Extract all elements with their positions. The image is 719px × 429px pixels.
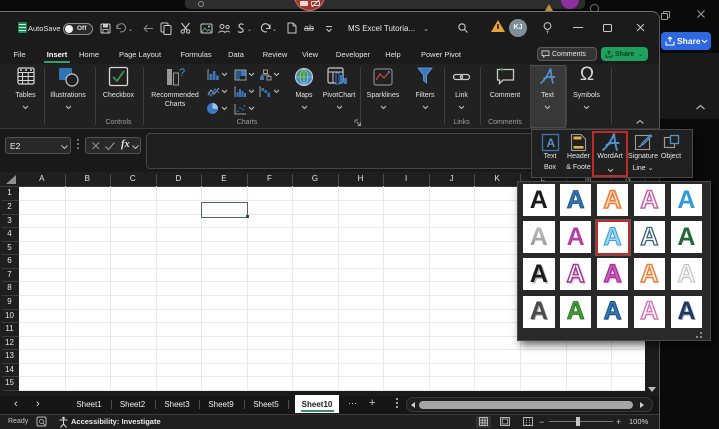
svg-text:A: A <box>547 136 556 150</box>
svg-text:?: ? <box>179 67 185 79</box>
